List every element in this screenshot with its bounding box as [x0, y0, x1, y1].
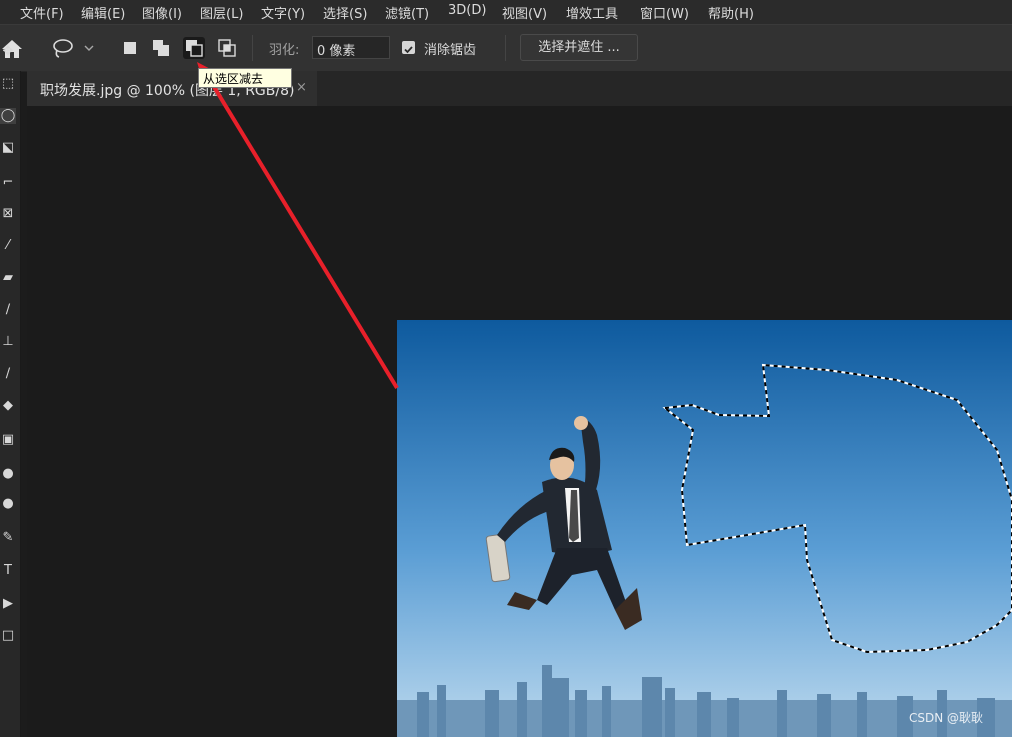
eyedropper-tool-icon[interactable]: ⁄: [0, 238, 16, 254]
document-tab-bar: 职场发展.jpg @ 100% (图层 1, RGB/8) ×: [27, 71, 1012, 106]
menu-item[interactable]: 增效工具: [566, 3, 618, 22]
feather-input[interactable]: 0 像素: [312, 36, 390, 59]
subtract-from-selection-icon[interactable]: [183, 37, 205, 59]
close-icon[interactable]: ×: [296, 80, 307, 95]
document-image[interactable]: CSDN @耿耿: [397, 320, 1012, 737]
menu-item[interactable]: 编辑(E): [81, 3, 125, 22]
feather-label: 羽化:: [269, 43, 300, 58]
crop-tool-icon[interactable]: ⌐: [0, 175, 16, 191]
marquee-tool-icon[interactable]: ⬚: [0, 76, 16, 92]
new-selection-icon[interactable]: [119, 37, 141, 59]
dodge-tool-icon[interactable]: ●: [0, 496, 16, 512]
tools-panel: ✥ ⬚ ◯ ⬕ ⌐ ⊠ ⁄ ▰ ∕ ⊥ ∕ ◆ ▣ ● ● ✎ T ▶ □: [0, 44, 21, 737]
tooltip: 从选区减去: [198, 68, 292, 88]
lasso-tool-icon[interactable]: ◯: [0, 108, 16, 124]
object-select-tool-icon[interactable]: ⬕: [0, 140, 16, 156]
clone-stamp-icon[interactable]: ⊥: [0, 334, 16, 350]
menu-item[interactable]: 窗口(W): [640, 3, 689, 22]
intersect-selection-icon[interactable]: [216, 37, 238, 59]
healing-brush-icon[interactable]: ▰: [0, 270, 16, 286]
menu-item[interactable]: 图层(L): [200, 3, 243, 22]
path-select-tool-icon[interactable]: ▶: [0, 596, 16, 612]
antialias-label: 消除锯齿: [424, 43, 477, 58]
select-and-mask-button[interactable]: 选择并遮住 ...: [520, 34, 638, 61]
menu-item[interactable]: 滤镜(T): [385, 3, 429, 22]
eraser-tool-icon[interactable]: ◆: [0, 398, 16, 414]
brush-tool-icon[interactable]: ∕: [0, 302, 16, 318]
menu-item[interactable]: 选择(S): [323, 3, 367, 22]
menu-item[interactable]: 图像(I): [142, 3, 182, 22]
blur-tool-icon[interactable]: ●: [0, 466, 16, 482]
watermark-text: CSDN @耿耿: [909, 711, 983, 725]
menu-item[interactable]: 文字(Y): [261, 3, 305, 22]
frame-tool-icon[interactable]: ⊠: [0, 206, 16, 222]
add-to-selection-icon[interactable]: [150, 37, 172, 59]
menu-item[interactable]: 3D(D): [448, 3, 486, 18]
options-bar: 羽化: 0 像素 消除锯齿 选择并遮住 ...: [0, 24, 1012, 72]
menu-item[interactable]: 帮助(H): [708, 3, 754, 22]
menu-item[interactable]: 文件(F): [20, 3, 64, 22]
rectangle-tool-icon[interactable]: □: [0, 628, 16, 644]
sky-background: [397, 320, 1012, 737]
type-tool-icon[interactable]: T: [0, 563, 16, 579]
antialias-checkbox[interactable]: [402, 41, 415, 54]
pen-tool-icon[interactable]: ✎: [0, 530, 16, 546]
move-tool-icon[interactable]: ✥: [0, 44, 16, 60]
history-brush-icon[interactable]: ∕: [0, 366, 16, 382]
lasso-preset-picker[interactable]: [50, 37, 96, 59]
gradient-tool-icon[interactable]: ▣: [0, 432, 16, 448]
separator: [505, 35, 506, 61]
menu-item[interactable]: 视图(V): [502, 3, 547, 22]
menu-bar: 文件(F) 编辑(E) 图像(I) 图层(L) 文字(Y) 选择(S) 滤镜(T) 3D(D)…: [0, 0, 1012, 24]
separator: [252, 35, 253, 61]
